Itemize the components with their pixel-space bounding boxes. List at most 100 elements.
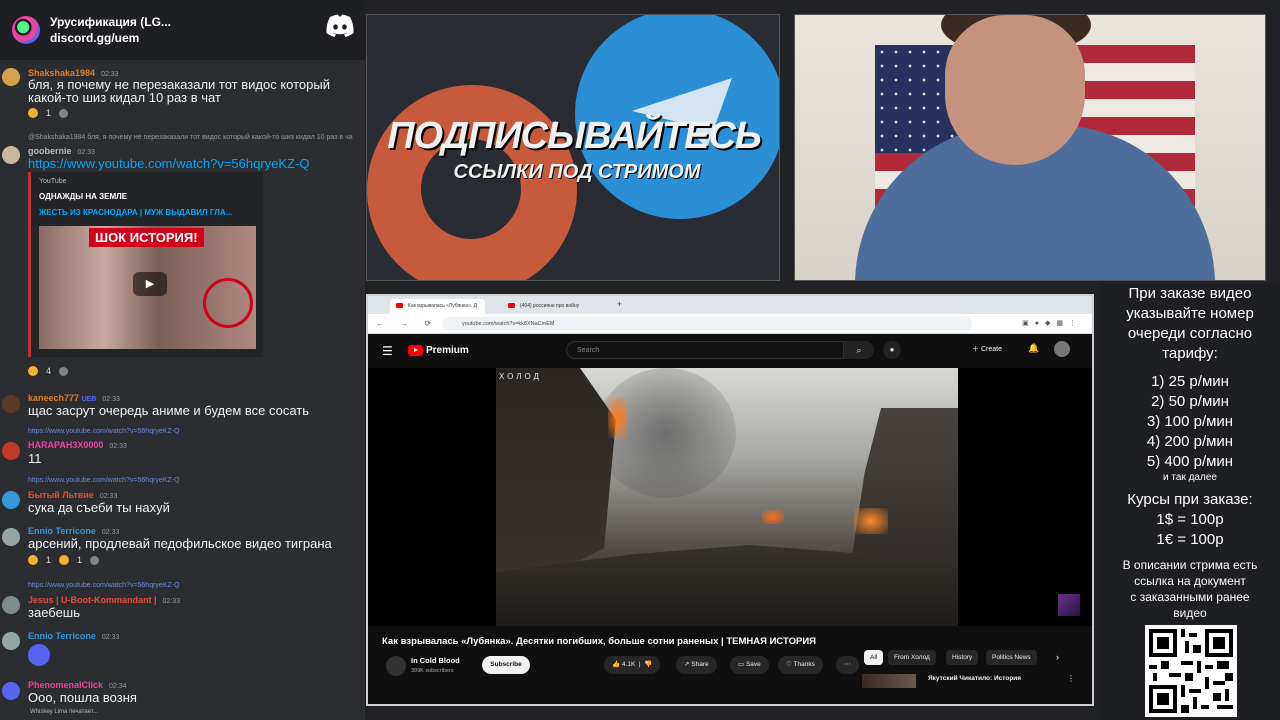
avatar[interactable] <box>2 442 20 460</box>
message-link[interactable]: https://www.youtube.com/watch?v=56hqryeK… <box>28 157 309 171</box>
price-tier: 1) 25 р/мин <box>1151 373 1229 390</box>
add-reaction-icon[interactable] <box>59 108 69 118</box>
mic-icon[interactable]: ● <box>883 341 901 359</box>
reactions[interactable]: 11 <box>28 553 100 567</box>
new-tab-button[interactable]: + <box>617 299 622 309</box>
avatar[interactable] <box>2 395 20 413</box>
create-button[interactable]: ＋ Create <box>972 344 1002 354</box>
share-button[interactable]: ↗ Share <box>676 656 717 674</box>
fire <box>854 508 888 534</box>
username-text[interactable]: Ennio Terricone <box>28 631 96 641</box>
search-input[interactable]: Search <box>566 341 844 359</box>
chip-all[interactable]: All <box>864 650 884 665</box>
video-player[interactable]: ХОЛОД <box>368 368 1092 626</box>
price-tier: 3) 100 р/мин <box>1146 413 1234 430</box>
channel-watermark-icon[interactable] <box>1058 594 1080 616</box>
reply-preview[interactable]: @Shakshaka1984 бля, я почему не перезака… <box>28 134 353 141</box>
username-text[interactable]: Jesus | U-Boot-Kommandant | <box>28 595 157 605</box>
username[interactable]: kaneech777 UEB 02:33 <box>28 393 120 403</box>
avatar[interactable] <box>2 146 20 164</box>
browser-tab[interactable]: (404) россияне про войну <box>502 299 587 314</box>
reply-link[interactable]: https://www.youtube.com/watch?v=56hqryeK… <box>28 582 180 589</box>
reactions[interactable]: 1 <box>28 106 69 120</box>
play-icon[interactable]: ▶ <box>133 272 167 296</box>
browser-tab-active[interactable]: Как взрывалась «Лубянка». Д <box>390 299 486 314</box>
message-text: Ооо, пошла возня <box>28 690 137 705</box>
youtube-embed[interactable]: YouTube ОДНАЖДЫ НА ЗЕМЛЕ ЖЕСТЬ ИЗ КРАСНО… <box>28 172 263 357</box>
username[interactable]: Jesus | U-Boot-Kommandant | 02:33 <box>28 595 180 605</box>
avatar[interactable] <box>2 596 20 614</box>
channel-avatar[interactable] <box>386 656 406 676</box>
nav-buttons[interactable]: ← → ⟳ <box>376 319 438 328</box>
menu-icon[interactable]: ☰ <box>382 344 393 358</box>
qr-code <box>1145 625 1237 717</box>
reply-preview[interactable]: https://www.youtube.com/watch?v=56hqryeK… <box>28 428 180 435</box>
username-text[interactable]: Ennio Terricone <box>28 526 96 536</box>
reply-link[interactable]: https://www.youtube.com/watch?v=56hqryeK… <box>28 428 180 435</box>
username-text[interactable]: kaneech777 <box>28 393 79 403</box>
add-reaction-icon[interactable] <box>90 555 100 565</box>
reply-preview[interactable]: https://www.youtube.com/watch?v=56hqryeK… <box>28 582 180 589</box>
subscribe-button[interactable]: Subscribe <box>482 656 530 674</box>
chip-politics-news[interactable]: Politics News <box>986 650 1037 665</box>
emoji-icon[interactable] <box>28 555 38 565</box>
bell-icon[interactable]: 🔔 <box>1028 343 1039 354</box>
youtube-logo[interactable]: Premium <box>408 345 469 356</box>
chip-from-kholod[interactable]: From Холод <box>888 650 936 665</box>
timestamp: 02:33 <box>101 634 120 641</box>
username[interactable]: HARAPAH3X0000 02:33 <box>28 440 127 450</box>
url-input[interactable]: youtube.com/watch?v=kk8XNaCmEM <box>442 317 972 331</box>
extension-icons[interactable]: ▣●◆▦⋮ <box>1022 319 1082 327</box>
username-text[interactable]: HARAPAH3X0000 <box>28 440 103 450</box>
promo-subline: ССЫЛКИ ПОД СТРИМОМ <box>453 161 701 183</box>
save-button[interactable]: ▭ Save <box>730 656 769 674</box>
username[interactable]: Ennio Terricone 02:33 <box>28 631 119 641</box>
youtube-play-icon <box>408 345 423 356</box>
like-button[interactable]: 👍 4.1K | 👎 <box>604 656 661 674</box>
highlight-circle <box>203 278 253 328</box>
username-text[interactable]: Бытый Льтвие <box>28 490 94 500</box>
thanks-button[interactable]: ♡ Thanks <box>778 656 823 674</box>
avatar[interactable] <box>2 68 20 86</box>
avatar[interactable] <box>2 682 20 700</box>
emoji-icon[interactable] <box>28 366 38 376</box>
emoji-icon[interactable] <box>59 555 70 565</box>
embed-thumbnail[interactable]: ШОК ИСТОРИЯ! ▶ <box>39 226 256 349</box>
description-note: В описании стрима есть <box>1122 558 1258 572</box>
avatar[interactable] <box>2 528 20 546</box>
emoji-icon[interactable] <box>28 108 38 118</box>
reactions[interactable]: 4 <box>28 364 69 378</box>
avatar[interactable] <box>2 491 20 509</box>
username[interactable]: Бытый Льтвие 02:33 <box>28 490 117 500</box>
chevron-right-icon[interactable]: › <box>1056 652 1059 662</box>
price-tier: 4) 200 р/мин <box>1146 433 1234 450</box>
search-icon[interactable]: ⌕ <box>844 341 874 359</box>
username-text[interactable]: PhenomenalClick <box>28 680 103 690</box>
price-header-line: тарифу: <box>1162 345 1218 362</box>
timestamp: 02:33 <box>101 529 120 536</box>
account-avatar[interactable] <box>1054 341 1070 357</box>
channel-name[interactable]: In Cold Blood <box>411 656 460 665</box>
username[interactable]: Ennio Terricone 02:33 <box>28 526 119 536</box>
chip-history[interactable]: History <box>946 650 979 665</box>
username-text[interactable]: goobernie <box>28 146 72 156</box>
timestamp: 02:33 <box>162 598 181 605</box>
embed-title-link[interactable]: ЖЕСТЬ ИЗ КРАСНОДАРА | МУЖ ВЫДАВИЛ ГЛА... <box>39 208 232 217</box>
more-actions-button[interactable]: ⋯ <box>836 656 859 674</box>
tab-label: Как взрывалась «Лубянка». Д <box>408 303 478 309</box>
price-header-line: очереди согласно <box>1127 325 1253 342</box>
username[interactable]: PhenomenalClick 02:34 <box>28 680 127 690</box>
recommended-title[interactable]: Якутский Чикатило: История <box>928 675 1021 682</box>
more-vert-icon[interactable]: ⋮ <box>1067 674 1075 683</box>
message-text: сука да съеби ты нахуй <box>28 500 170 515</box>
youtube-header: ☰ Premium Search ⌕ ● ＋ Create 🔔 <box>368 334 1092 368</box>
chat-header: Урусификация (LG... discord.gg/uem <box>0 0 365 60</box>
add-reaction-icon[interactable] <box>59 366 69 376</box>
reply-preview[interactable]: https://www.youtube.com/watch?v=56hqryeK… <box>28 477 180 484</box>
recommended-thumbnail[interactable] <box>862 674 916 688</box>
avatar[interactable] <box>2 632 20 650</box>
reply-link[interactable]: https://www.youtube.com/watch?v=56hqryeK… <box>28 477 180 484</box>
username[interactable]: goobernie 02:33 <box>28 146 95 156</box>
server-invite[interactable]: discord.gg/uem <box>50 30 171 46</box>
embed-channel[interactable]: ОДНАЖДЫ НА ЗЕМЛЕ <box>39 192 127 201</box>
